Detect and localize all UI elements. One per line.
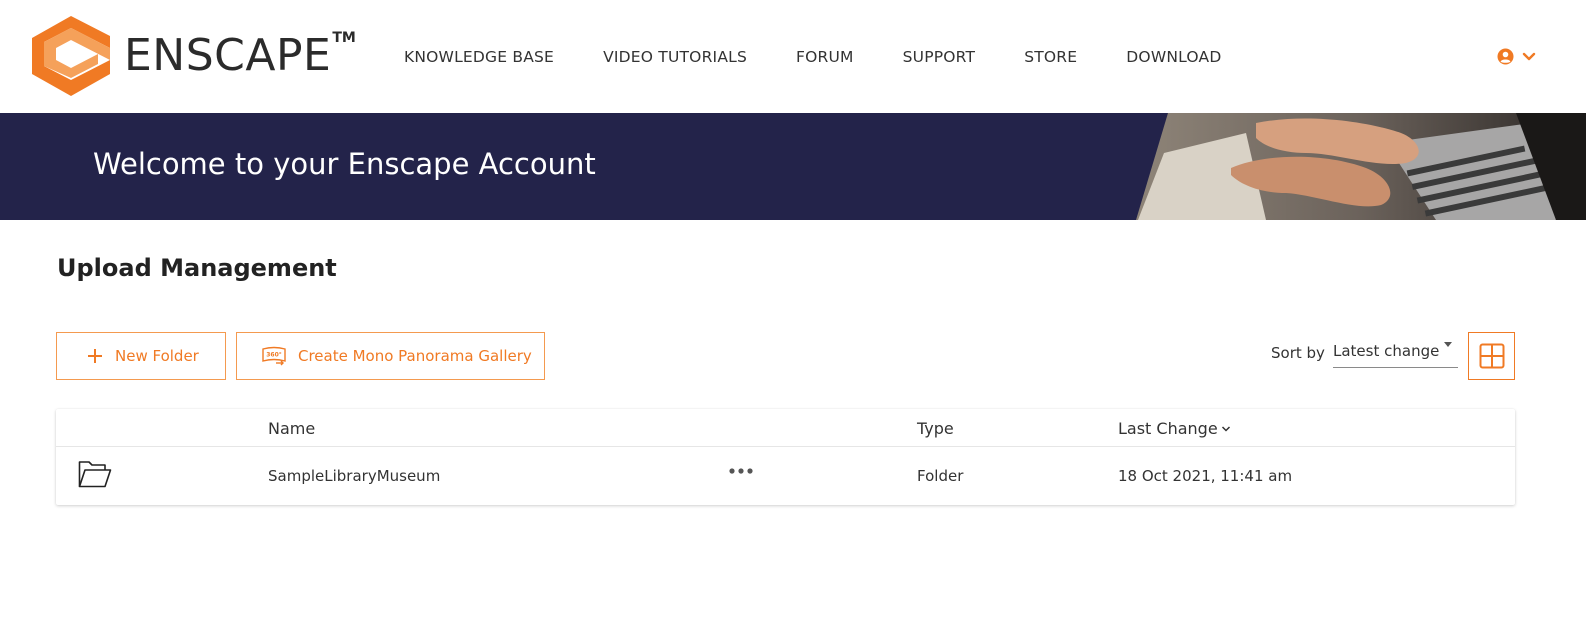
grid-view-icon bbox=[1479, 343, 1504, 369]
more-options-icon[interactable] bbox=[728, 467, 754, 475]
trademark: TM bbox=[332, 30, 356, 46]
site-header: ENSCAPE TM KNOWLEDGE BASE VIDEO TUTORIAL… bbox=[0, 0, 1586, 113]
column-header-last-change[interactable]: Last Change bbox=[1118, 419, 1231, 438]
folder-open-icon bbox=[78, 461, 112, 488]
sort-select-value: Latest change bbox=[1333, 342, 1440, 360]
main-nav: KNOWLEDGE BASE VIDEO TUTORIALS FORUM SUP… bbox=[404, 48, 1271, 66]
user-circle-icon bbox=[1497, 48, 1514, 65]
nav-video-tutorials[interactable]: VIDEO TUTORIALS bbox=[603, 48, 747, 66]
column-header-name[interactable]: Name bbox=[268, 419, 315, 438]
chevron-down-icon bbox=[1522, 52, 1536, 60]
account-menu[interactable] bbox=[1497, 48, 1536, 65]
nav-knowledge-base[interactable]: KNOWLEDGE BASE bbox=[404, 48, 554, 66]
brand-name: ENSCAPE bbox=[124, 30, 332, 81]
panorama-360-icon: 360° bbox=[262, 346, 286, 366]
row-name[interactable]: SampleLibraryMuseum bbox=[268, 467, 440, 485]
svg-text:360°: 360° bbox=[266, 352, 282, 359]
sort-label: Sort by bbox=[1271, 344, 1325, 362]
nav-forum[interactable]: FORUM bbox=[796, 48, 854, 66]
sort-desc-chevron-icon bbox=[1221, 425, 1230, 432]
uploads-table: Name Type Last Change SampleLibraryMuseu… bbox=[56, 409, 1515, 505]
column-header-last-change-label: Last Change bbox=[1118, 419, 1218, 438]
new-folder-button[interactable]: New Folder bbox=[56, 332, 226, 380]
row-type: Folder bbox=[917, 467, 964, 485]
nav-support[interactable]: SUPPORT bbox=[903, 48, 976, 66]
nav-store[interactable]: STORE bbox=[1024, 48, 1077, 66]
column-header-type[interactable]: Type bbox=[917, 419, 954, 438]
page-title: Upload Management bbox=[57, 254, 337, 282]
welcome-banner: Welcome to your Enscape Account bbox=[0, 113, 1586, 220]
gallery-label: Create Mono Panorama Gallery bbox=[298, 347, 532, 365]
nav-download[interactable]: DOWNLOAD bbox=[1126, 48, 1221, 66]
new-folder-label: New Folder bbox=[115, 347, 199, 365]
enscape-logo-icon bbox=[32, 16, 110, 96]
row-last-change: 18 Oct 2021, 11:41 am bbox=[1118, 467, 1293, 485]
create-mono-panorama-gallery-button[interactable]: 360° Create Mono Panorama Gallery bbox=[236, 332, 545, 380]
sort-select[interactable]: Latest change bbox=[1333, 336, 1458, 368]
grid-view-toggle[interactable] bbox=[1468, 332, 1515, 380]
enscape-logo[interactable]: ENSCAPE TM bbox=[28, 14, 356, 98]
plus-icon bbox=[87, 348, 103, 364]
banner-title: Welcome to your Enscape Account bbox=[93, 147, 596, 181]
caret-down-icon bbox=[1444, 342, 1452, 347]
laptop-typing-photo bbox=[1136, 113, 1586, 220]
table-row[interactable]: SampleLibraryMuseum Folder 18 Oct 2021, … bbox=[56, 447, 1515, 505]
